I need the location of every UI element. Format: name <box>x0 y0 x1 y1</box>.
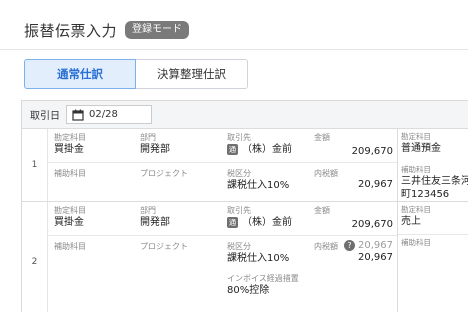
sub-account-cell[interactable]: 補助科目 <box>54 242 86 252</box>
account-value: 買掛金 <box>54 144 84 155</box>
credit-account-cell[interactable]: 勘定科目 売上 <box>401 205 431 228</box>
partner-tag: 通 <box>227 217 238 228</box>
tax-included-label-cell: 内税額 <box>314 169 338 179</box>
partner-cell[interactable]: 取引先 通 （株）金前 <box>227 206 292 229</box>
tax-category-label: 税区分 <box>227 169 251 178</box>
credit-account-value: 普通預金 <box>401 143 441 154</box>
help-icon[interactable]: ? <box>344 240 355 251</box>
credit-account-value: 売上 <box>401 216 421 227</box>
page-title: 振替伝票入力 <box>24 21 118 40</box>
sub-account-cell[interactable]: 補助科目 <box>54 169 86 179</box>
invoice-measure-cell[interactable]: インボイス経過措置 80%控除 <box>227 274 299 297</box>
tab-normal-entry[interactable]: 通常仕訳 <box>24 59 136 89</box>
row-number: 2 <box>22 202 48 312</box>
credit-account-label: 勘定科目 <box>401 132 431 141</box>
header-divider <box>0 49 468 50</box>
account-label: 勘定科目 <box>54 206 86 215</box>
journal-type-tabs: 通常仕訳 決算整理仕訳 <box>24 59 248 89</box>
tax-amount-reference: ? 20,967 <box>344 240 393 251</box>
amount-label-cell: 金額 <box>314 206 330 216</box>
journal-entry-panel: 振替伝票入力 登録モード 通常仕訳 決算整理仕訳 取引日 02/28 1 勘定科… <box>0 0 468 312</box>
row-number: 1 <box>22 129 48 201</box>
debit-credit-divider <box>397 129 398 201</box>
journal-row: 1 勘定科目 買掛金 部門 開発部 取引先 通（株）金前 金額 209,670 … <box>22 129 468 202</box>
credit-account-label: 勘定科目 <box>401 205 431 214</box>
amount-label: 金額 <box>314 133 330 142</box>
debit-credit-divider <box>397 202 398 312</box>
sub-account-label: 補助科目 <box>54 242 86 251</box>
tax-amount-reference-value: 20,967 <box>358 240 393 251</box>
tax-category-cell[interactable]: 税区分 課税仕入10% <box>227 169 289 192</box>
credit-sub-account-line1: 三井住友三条河 <box>401 176 468 187</box>
form-header: 取引日 02/28 <box>22 101 468 129</box>
page-header: 振替伝票入力 登録モード <box>24 20 190 40</box>
project-cell[interactable]: プロジェクト <box>140 242 188 252</box>
partner-value: （株）金前 <box>242 144 292 155</box>
date-label: 取引日 <box>30 111 60 122</box>
partner-tag: 通 <box>227 144 238 155</box>
credit-account-cell[interactable]: 勘定科目 普通預金 <box>401 132 441 155</box>
department-cell[interactable]: 部門 開発部 <box>140 133 170 156</box>
credit-sub-account-cell[interactable]: 補助科目 三井住友三条河 町123456 <box>401 165 468 201</box>
mode-badge: 登録モード <box>125 21 190 39</box>
tax-amount-value[interactable]: 20,967 <box>358 179 393 190</box>
tax-included-label-cell: 内税額 <box>314 242 338 252</box>
project-cell[interactable]: プロジェクト <box>140 169 188 179</box>
credit-subdivider <box>398 234 468 235</box>
tax-amount-value[interactable]: 20,967 <box>358 252 393 263</box>
department-value: 開発部 <box>140 144 170 155</box>
partner-label: 取引先 <box>227 206 251 215</box>
amount-value[interactable]: 209,670 <box>352 219 393 230</box>
debit-account-cell[interactable]: 勘定科目 買掛金 <box>54 206 86 229</box>
account-label: 勘定科目 <box>54 133 86 142</box>
credit-sub-account-label: 補助科目 <box>401 165 431 174</box>
debit-account-cell[interactable]: 勘定科目 買掛金 <box>54 133 86 156</box>
date-input[interactable]: 02/28 <box>66 105 152 124</box>
department-value: 開発部 <box>140 217 170 228</box>
tab-closing-entry[interactable]: 決算整理仕訳 <box>136 59 248 89</box>
tax-included-label: 内税額 <box>314 169 338 178</box>
tax-included-label: 内税額 <box>314 242 338 251</box>
project-label: プロジェクト <box>140 242 188 251</box>
tax-category-label: 税区分 <box>227 242 251 251</box>
row-subdivider <box>48 162 398 163</box>
journal-form: 取引日 02/28 1 勘定科目 買掛金 部門 開発部 取引先 通 （株）金前 … <box>21 100 468 312</box>
department-cell[interactable]: 部門 開発部 <box>140 206 170 229</box>
partner-value: （株）金前 <box>242 217 292 228</box>
tax-category-value: 課税仕入10% <box>227 253 290 264</box>
department-label: 部門 <box>140 133 156 142</box>
project-label: プロジェクト <box>140 169 188 178</box>
amount-label-cell: 金額 <box>314 133 330 143</box>
account-value: 買掛金 <box>54 217 84 228</box>
partner-label: 取引先 <box>227 133 251 142</box>
sub-account-label: 補助科目 <box>54 169 86 178</box>
row-subdivider <box>48 235 398 236</box>
invoice-measure-label: インボイス経過措置 <box>227 274 299 283</box>
partner-cell[interactable]: 取引先 通 （株）金前 <box>227 133 292 156</box>
credit-sub-account-line2: 町123456 <box>401 189 450 200</box>
invoice-measure-value: 80%控除 <box>227 285 270 296</box>
amount-label: 金額 <box>314 206 330 215</box>
calendar-icon[interactable] <box>72 109 84 121</box>
tax-category-cell[interactable]: 税区分 課税仕入10% <box>227 242 289 265</box>
date-value: 02/28 <box>89 109 118 120</box>
credit-sub-account-cell[interactable]: 補助科目 <box>401 238 431 248</box>
tax-category-value: 課税仕入10% <box>227 180 290 191</box>
journal-row: 2 勘定科目 買掛金 部門 開発部 取引先 通（株）金前 金額 209,670 … <box>22 202 468 312</box>
credit-sub-account-label: 補助科目 <box>401 238 431 247</box>
amount-value[interactable]: 209,670 <box>352 146 393 157</box>
department-label: 部門 <box>140 206 156 215</box>
